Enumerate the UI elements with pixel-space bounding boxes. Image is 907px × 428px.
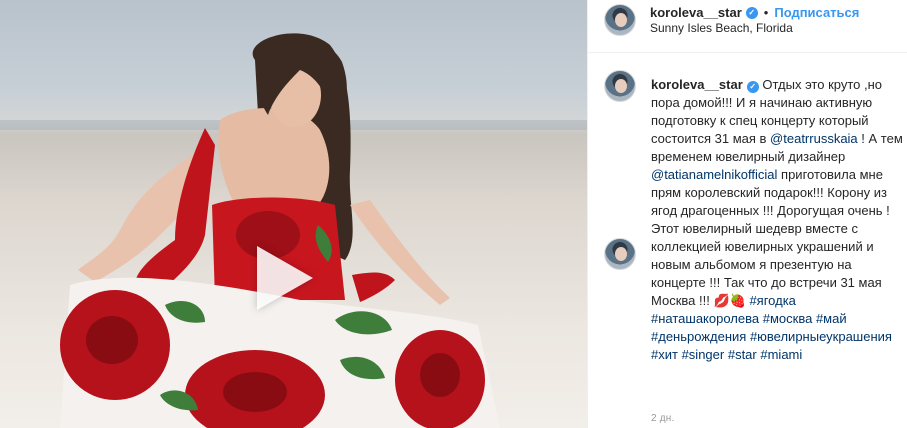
hashtag-link[interactable]: #ювелирныеукрашения (750, 329, 892, 344)
verified-badge-icon: ✓ (745, 6, 758, 19)
hashtag-link[interactable]: #наташакоролева (651, 311, 759, 326)
post-side-panel: koroleva__star ✓ • Подписаться Sunny Isl… (587, 0, 907, 428)
hashtag-link[interactable]: #хит (651, 347, 678, 362)
hashtag-link[interactable]: #деньрождения (651, 329, 746, 344)
play-icon[interactable] (257, 246, 313, 310)
hashtag-link[interactable]: #singer (682, 347, 725, 362)
mention-link[interactable]: @teatrrusskaia (770, 131, 858, 146)
separator-dot: • (763, 5, 769, 20)
rose-skirt-1-inner (86, 316, 138, 364)
post-timestamp[interactable]: 2 дн. (651, 413, 674, 424)
torso-shape (218, 108, 330, 205)
post-video[interactable] (0, 0, 587, 428)
video-frame-illustration (60, 33, 500, 428)
caption-avatar[interactable] (604, 70, 636, 102)
hashtag-link[interactable]: #май (816, 311, 847, 326)
avatar[interactable] (604, 4, 636, 36)
post-caption: koroleva__star ✓ Отдых это круто ,но пора… (651, 76, 903, 364)
caption-avatar-secondary[interactable] (604, 238, 636, 270)
caption-body: Отдых это круто ,но пора домой!!! И я на… (651, 77, 903, 362)
rose-skirt-3-inner (420, 353, 460, 397)
username-link[interactable]: koroleva__star (650, 5, 742, 20)
location-link[interactable]: Sunny Isles Beach, Florida (650, 21, 793, 35)
rose-skirt-2-inner (223, 372, 287, 412)
mention-link[interactable]: @tatianamelnikofficial (651, 167, 777, 182)
header-user-row: koroleva__star ✓ • Подписаться (650, 5, 859, 20)
caption-username[interactable]: koroleva__star (651, 77, 743, 92)
scarf-right-shape (352, 272, 395, 302)
verified-badge-icon: ✓ (746, 81, 759, 93)
hashtag-link[interactable]: #star (728, 347, 757, 362)
caption-text: приготовила мне прям королевский подарок… (651, 167, 890, 308)
hashtag-link[interactable]: #ягодка (749, 293, 795, 308)
follow-button[interactable]: Подписаться (774, 5, 859, 20)
post-header: koroleva__star ✓ • Подписаться Sunny Isl… (588, 0, 907, 53)
hashtag-link[interactable]: #miami (760, 347, 802, 362)
hashtag-link[interactable]: #москва (763, 311, 813, 326)
